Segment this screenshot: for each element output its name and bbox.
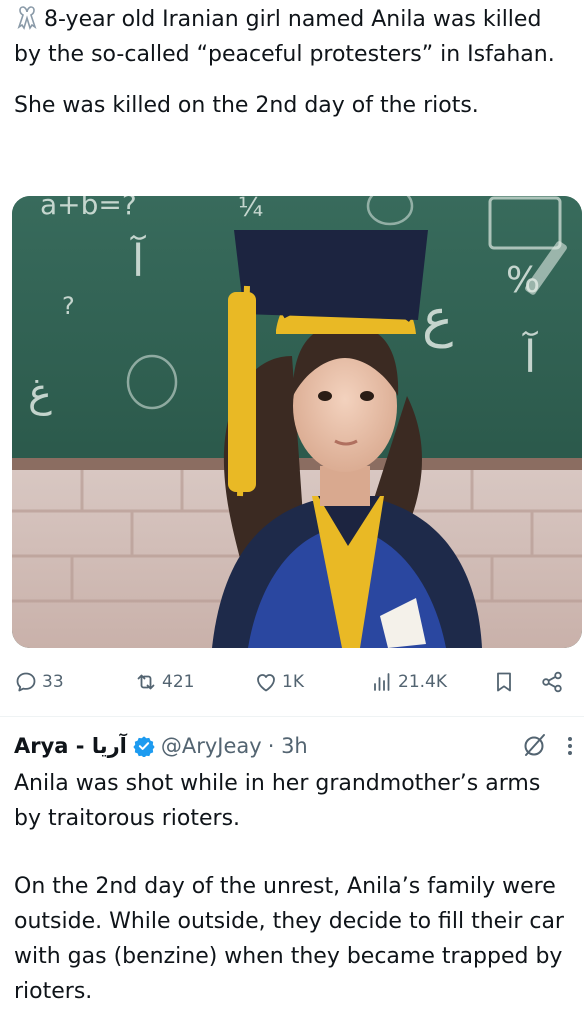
more-options-icon[interactable]	[562, 732, 578, 760]
repost-count: 421	[162, 672, 195, 692]
tweet-time[interactable]: · 3h	[268, 734, 308, 758]
ribbon-icon	[17, 6, 37, 30]
share-icon	[542, 671, 562, 693]
tweet-text-line2: She was killed on the 2nd day of the rio…	[14, 93, 479, 118]
like-count: 1K	[282, 672, 304, 692]
like-button[interactable]: 1K	[254, 660, 304, 704]
share-button[interactable]	[540, 660, 564, 704]
grok-icon[interactable]	[522, 732, 548, 758]
tweet-reply: Arya - آریا @AryJeay · 3h Anila was shot…	[14, 728, 572, 1009]
repost-button[interactable]: 421	[134, 660, 194, 704]
chalk-equation: a+b=?	[40, 196, 137, 221]
chalk-ayn: ع	[422, 289, 453, 349]
chalk-fraction: ¼	[238, 196, 263, 223]
chalk-question: ?	[62, 292, 75, 320]
chalk-alef-right: آ	[522, 330, 538, 383]
reply-button[interactable]: 33	[14, 660, 64, 704]
views-count: 21.4K	[398, 672, 447, 692]
bookmark-icon	[497, 672, 511, 692]
author-handle[interactable]: @AryJeay	[161, 734, 262, 758]
verified-badge-icon	[133, 736, 155, 757]
bookmark-button[interactable]	[492, 660, 516, 704]
chalk-alef: آ	[130, 234, 146, 287]
tweet-divider	[0, 716, 584, 717]
author-name[interactable]: Arya - آریا	[14, 734, 127, 758]
repost-icon	[137, 674, 155, 690]
tweet-photo[interactable]: a+b=? آ ? غ ع % آ ¼	[12, 196, 582, 648]
reply-paragraph-2: On the 2nd day of the unrest, Anila’s fa…	[14, 874, 564, 1004]
heart-icon	[257, 674, 275, 692]
tweet-header: Arya - آریا @AryJeay · 3h	[14, 728, 570, 764]
reply-count: 33	[42, 672, 64, 692]
tweet-main: 8-year old Iranian girl named Anila was …	[14, 0, 570, 123]
tweet-action-bar: 33 421 1K 21.4K	[0, 660, 584, 704]
tweet-text-line1: 8-year old Iranian girl named Anila was …	[14, 7, 555, 67]
views-icon	[374, 673, 390, 691]
reply-icon	[16, 672, 36, 692]
chalk-ghayn: غ	[28, 370, 52, 416]
reply-paragraph-1: Anila was shot while in her grandmother’…	[14, 771, 541, 831]
views-button[interactable]: 21.4K	[370, 660, 447, 704]
photo-illustration: a+b=? آ ? غ ع % آ ¼	[12, 196, 582, 648]
